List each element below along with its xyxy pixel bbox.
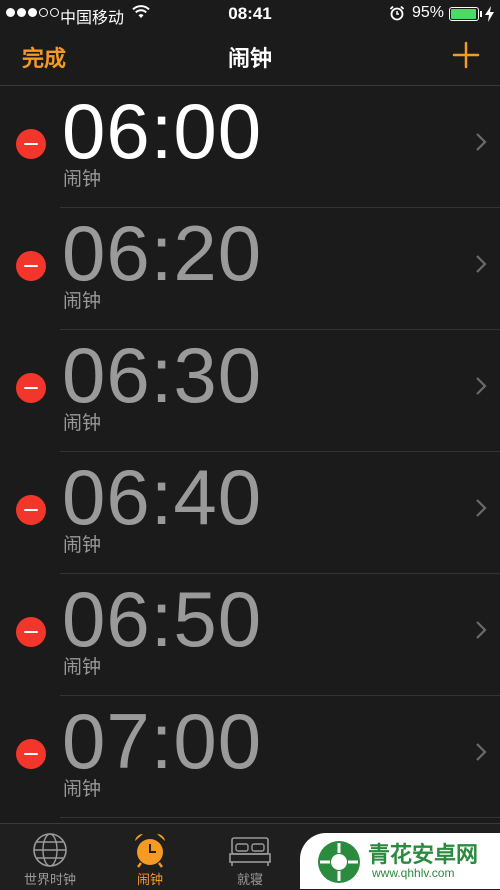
tab-world-clock[interactable]: 世界时钟 [0, 824, 100, 890]
alarm-label: 闹钟 [63, 169, 102, 190]
navigation-bar: 完成 闹钟 [0, 28, 500, 86]
watermark: 青花安卓网 www.qhhlv.com [300, 833, 500, 889]
status-bar: 中国移动 08:41 95% [0, 0, 500, 28]
alarm-time: 06:00 [62, 87, 263, 175]
alarm-status-icon [389, 5, 405, 21]
delete-alarm-button[interactable] [16, 495, 46, 525]
tab-label: 就寝 [236, 872, 263, 887]
tab-label: 闹钟 [136, 872, 163, 887]
chevron-right-icon[interactable] [474, 741, 488, 763]
alarm-time: 07:00 [62, 697, 263, 785]
delete-alarm-button[interactable] [16, 617, 46, 647]
alarm-time: 06:30 [62, 331, 263, 419]
delete-alarm-button[interactable] [16, 251, 46, 281]
chevron-right-icon[interactable] [474, 375, 488, 397]
add-alarm-button[interactable] [451, 40, 481, 70]
alarm-time: 06:50 [62, 575, 263, 663]
chevron-right-icon[interactable] [474, 497, 488, 519]
battery-icon [449, 7, 479, 21]
alarm-row[interactable]: 06:40 闹钟 [0, 452, 500, 574]
chevron-right-icon[interactable] [474, 253, 488, 275]
alarm-label: 闹钟 [63, 657, 102, 678]
alarm-row[interactable]: 06:20 闹钟 [0, 208, 500, 330]
tab-alarm[interactable]: 闹钟 [100, 824, 200, 890]
chevron-right-icon[interactable] [474, 131, 488, 153]
delete-alarm-button[interactable] [16, 739, 46, 769]
alarm-time: 06:40 [62, 453, 263, 541]
alarm-row[interactable]: 06:30 闹钟 [0, 330, 500, 452]
alarm-row[interactable]: 07:00 闹钟 [0, 696, 500, 818]
alarm-clock-icon [135, 833, 165, 868]
watermark-logo-icon [318, 841, 360, 883]
delete-alarm-button[interactable] [16, 129, 46, 159]
globe-icon [33, 833, 67, 867]
alarm-label: 闹钟 [63, 291, 102, 312]
alarm-label: 闹钟 [63, 535, 102, 556]
bed-icon [229, 837, 271, 866]
alarm-list: 06:00 闹钟 06:20 闹钟 06:30 闹钟 06:40 闹钟 06:5… [0, 86, 500, 818]
alarm-label: 闹钟 [63, 413, 102, 434]
alarm-time: 06:20 [62, 209, 263, 297]
alarm-row[interactable]: 06:00 闹钟 [0, 86, 500, 208]
battery-percent: 95% [412, 4, 445, 21]
watermark-url: www.qhhlv.com [372, 866, 455, 880]
chevron-right-icon[interactable] [474, 619, 488, 641]
alarm-row[interactable]: 06:50 闹钟 [0, 574, 500, 696]
watermark-title: 青花安卓网 [368, 842, 479, 867]
tab-bedtime[interactable]: 就寝 [200, 824, 300, 890]
alarm-label: 闹钟 [63, 779, 102, 800]
charging-icon [485, 6, 494, 22]
page-title: 闹钟 [227, 46, 272, 71]
tab-label: 世界时钟 [23, 872, 76, 887]
delete-alarm-button[interactable] [16, 373, 46, 403]
